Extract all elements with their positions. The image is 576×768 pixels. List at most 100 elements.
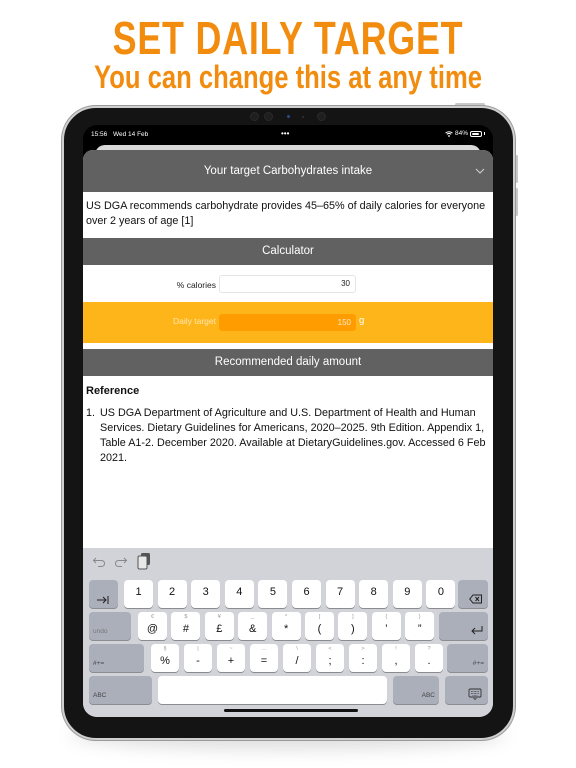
undo-icon[interactable] [92,554,106,568]
key-alt-label: \ [296,646,298,652]
key-7[interactable]: 7 [325,580,355,608]
multitasking-dots[interactable]: ••• [281,129,289,138]
return-key[interactable] [439,612,488,640]
reference-text: US DGA Department of Agriculture and U.S… [100,407,486,464]
abc-key-right[interactable]: ABC [393,676,439,704]
volume-down-button [515,188,518,216]
space-bar[interactable] [158,676,387,704]
key-alt-label: ? [427,646,431,652]
more-symbols-key-left[interactable]: #+= [89,644,144,672]
key-alt-label: { [385,614,388,620]
key-symbol[interactable]: … = [250,644,278,672]
key-symbol[interactable]: [( [305,612,334,640]
key-label: @ [146,623,159,635]
screen: 15:56 Wed 14 Feb ••• 84% Your target Car… [83,125,493,717]
tab-key[interactable] [89,580,118,608]
key-label: 2 [169,586,176,598]
key-label: ) [351,623,355,635]
sheet-title: Your target Carbohydrates intake [203,165,373,177]
key-label: 7 [337,586,344,598]
return-icon [471,626,483,635]
key-alt-label: _ [251,614,255,620]
promo-subtitle: You can change this at any time [94,59,482,95]
key-8[interactable]: 8 [359,580,389,608]
key-symbol[interactable]: }” [405,612,435,640]
key-symbol[interactable]: ]) [338,612,368,640]
promo-title: SET DAILY TARGET [112,12,464,64]
key-label: 1 [135,586,142,598]
key-3[interactable]: 3 [191,580,221,608]
key-label: = [260,655,268,667]
redo-icon[interactable] [114,554,128,568]
key-4[interactable]: 4 [224,580,254,608]
key-label: 9 [404,586,411,598]
key-9[interactable]: 9 [392,580,422,608]
delete-key[interactable] [458,580,488,608]
key-6[interactable]: 6 [292,580,321,608]
more-symbols-key-right[interactable]: #+= [447,644,488,672]
key-symbol[interactable]: | - [184,644,212,672]
key-symbol[interactable]: ¥ £ [204,612,234,640]
key-alt-label: $ [184,614,188,620]
key-label: 8 [370,586,377,598]
battery-cap [484,132,485,135]
key-alt-label: ¥ [217,614,221,620]
key-label: , [394,655,398,667]
abc-label: ABC [93,692,107,699]
recommended-header: Recommended daily amount [83,349,493,376]
sensor-icon [250,112,259,121]
key-symbol[interactable]: <; [316,644,344,672]
reference-number: 1. [86,407,96,419]
key-symbol[interactable]: ?. [415,644,443,672]
key-label: . [427,655,431,667]
status-indicators: 84% [445,130,485,137]
keyboard: 1 2 3 4 5 6 7 8 9 0 undo € @ $ # ¥ £ _ & ^ *[(]){’}” #+= §% | - ~… [83,548,493,717]
key-5[interactable]: 5 [258,580,288,608]
key-label: & [249,623,257,635]
key-symbol[interactable]: _ & [238,612,268,640]
key-symbol[interactable]: € @ [138,612,167,640]
home-indicator[interactable] [224,709,358,712]
reference-title: Reference [86,385,140,397]
sensor-icon [317,112,326,121]
delete-icon [469,594,482,604]
abc-label: ABC [421,692,435,699]
key-symbol[interactable]: \ / [283,644,311,672]
key-alt-label: ] [352,614,354,620]
key-symbol[interactable]: ~ + [217,644,245,672]
chevron-down-icon[interactable] [475,166,485,176]
reference-item: 1. US DGA Department of Agriculture and … [86,406,491,466]
key-2[interactable]: 2 [157,580,187,608]
key-symbol[interactable]: {’ [371,612,401,640]
daily-target-label: Daily target [173,316,216,326]
key-symbol[interactable]: ^ * [271,612,301,640]
reference-list: 1. US DGA Department of Agriculture and … [86,406,491,466]
key-label: + [227,655,235,667]
undo-key[interactable]: undo [89,612,131,640]
key-alt-label: ^ [284,614,288,620]
status-bar: 15:56 Wed 14 Feb ••• 84% [83,125,493,145]
key-label: * [283,623,289,635]
abc-key-left[interactable]: ABC [89,676,152,704]
daily-target-field[interactable]: 150 [219,314,356,331]
key-alt-label: | [197,646,199,652]
keyboard-dismiss-key[interactable] [445,676,488,704]
key-label: 5 [269,586,276,598]
daily-target-row: Daily target 150 g [83,302,493,343]
paste-icon[interactable] [136,552,152,570]
calories-percent-input[interactable]: 30 [219,275,356,293]
key-alt-label: ~ [229,646,233,652]
key-label: ” [417,623,422,635]
camera-lens-icon [287,115,290,118]
key-symbol[interactable]: >: [349,644,377,672]
key-1[interactable]: 1 [124,580,153,608]
key-symbol[interactable]: !, [382,644,410,672]
key-label: - [196,655,200,667]
key-label: ( [317,623,322,635]
key-0[interactable]: 0 [426,580,456,608]
status-time: 15:56 [91,131,108,138]
key-symbol[interactable]: §% [151,644,179,672]
key-alt-label: > [361,646,365,652]
battery-percent: 84% [454,130,468,137]
key-symbol[interactable]: $ # [171,612,201,640]
